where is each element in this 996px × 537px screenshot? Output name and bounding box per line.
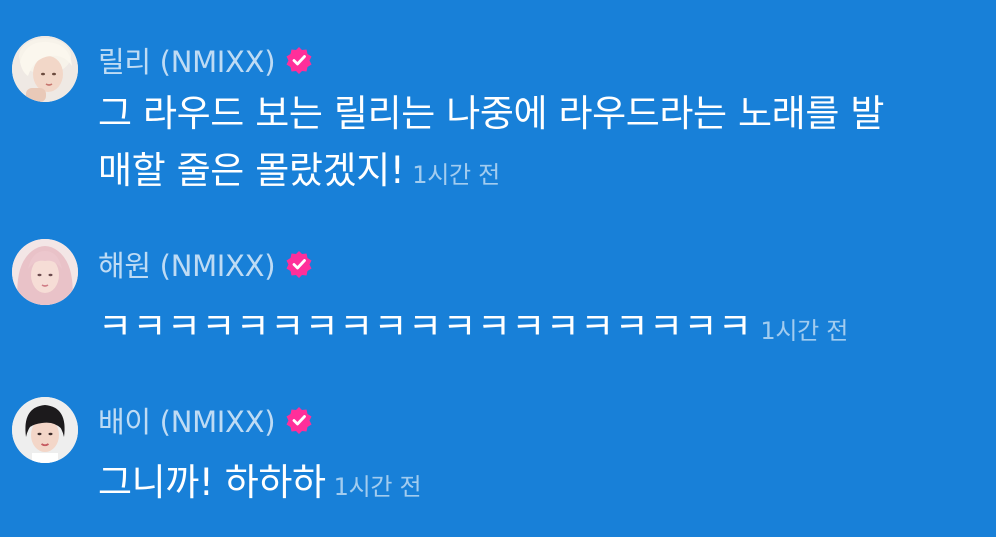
- comment-item-lily: 릴리 (NMIXX) 그 라우드 보는 릴리는 나중에 라우드라는 노래를 발 …: [0, 0, 996, 200]
- verified-check-icon: [285, 46, 313, 74]
- author-name[interactable]: 릴리 (NMIXX): [98, 39, 276, 81]
- comment-text-line-1-content: 그니까! 하하하: [98, 461, 326, 504]
- timestamp: 1시간 전: [333, 473, 422, 501]
- comment-item-haewon: 해원 (NMIXX) ㅋㅋㅋㅋㅋㅋㅋㅋㅋㅋㅋㅋㅋㅋㅋㅋㅋㅋㅋ 1시간 전: [0, 200, 996, 360]
- comment-text-line-1: ㅋㅋㅋㅋㅋㅋㅋㅋㅋㅋㅋㅋㅋㅋㅋㅋㅋㅋㅋ 1시간 전: [98, 298, 848, 360]
- avatar-bae[interactable]: [12, 397, 78, 463]
- avatar-bae-image: [12, 397, 78, 463]
- comment-text-line-1: 그니까! 하하하 1시간 전: [98, 454, 422, 516]
- author-name[interactable]: 배이 (NMIXX): [98, 399, 276, 441]
- comment-text-line-1: 그 라우드 보는 릴리는 나중에 라우드라는 노래를 발: [98, 92, 884, 135]
- avatar-lily[interactable]: [12, 36, 78, 102]
- comment-header-lily: 릴리 (NMIXX): [98, 39, 313, 81]
- timestamp: 1시간 전: [412, 161, 500, 189]
- avatar-haewon[interactable]: [12, 239, 78, 305]
- timestamp: 1시간 전: [760, 317, 848, 345]
- comment-text-line-2: 매할 줄은 몰랐겠지! 1시간 전: [98, 142, 884, 204]
- comment-text: 그니까! 하하하 1시간 전: [98, 454, 422, 516]
- comment-header-haewon: 해원 (NMIXX): [98, 243, 313, 285]
- author-name[interactable]: 해원 (NMIXX): [98, 243, 276, 285]
- verified-check-icon: [285, 406, 313, 434]
- comment-header-bae: 배이 (NMIXX): [98, 399, 313, 441]
- verified-check-icon: [285, 250, 313, 278]
- avatar-lily-image: [12, 36, 78, 102]
- comment-text-line-1-content: ㅋㅋㅋㅋㅋㅋㅋㅋㅋㅋㅋㅋㅋㅋㅋㅋㅋㅋㅋ: [98, 305, 753, 348]
- comment-text-line-2-content: 매할 줄은 몰랐겠지!: [98, 149, 405, 192]
- comment-item-bae: 배이 (NMIXX) 그니까! 하하하 1시간 전: [0, 360, 996, 537]
- comment-text: ㅋㅋㅋㅋㅋㅋㅋㅋㅋㅋㅋㅋㅋㅋㅋㅋㅋㅋㅋ 1시간 전: [98, 298, 848, 360]
- avatar-haewon-image: [12, 239, 78, 305]
- comment-text: 그 라우드 보는 릴리는 나중에 라우드라는 노래를 발 매할 줄은 몰랐겠지!…: [98, 85, 884, 204]
